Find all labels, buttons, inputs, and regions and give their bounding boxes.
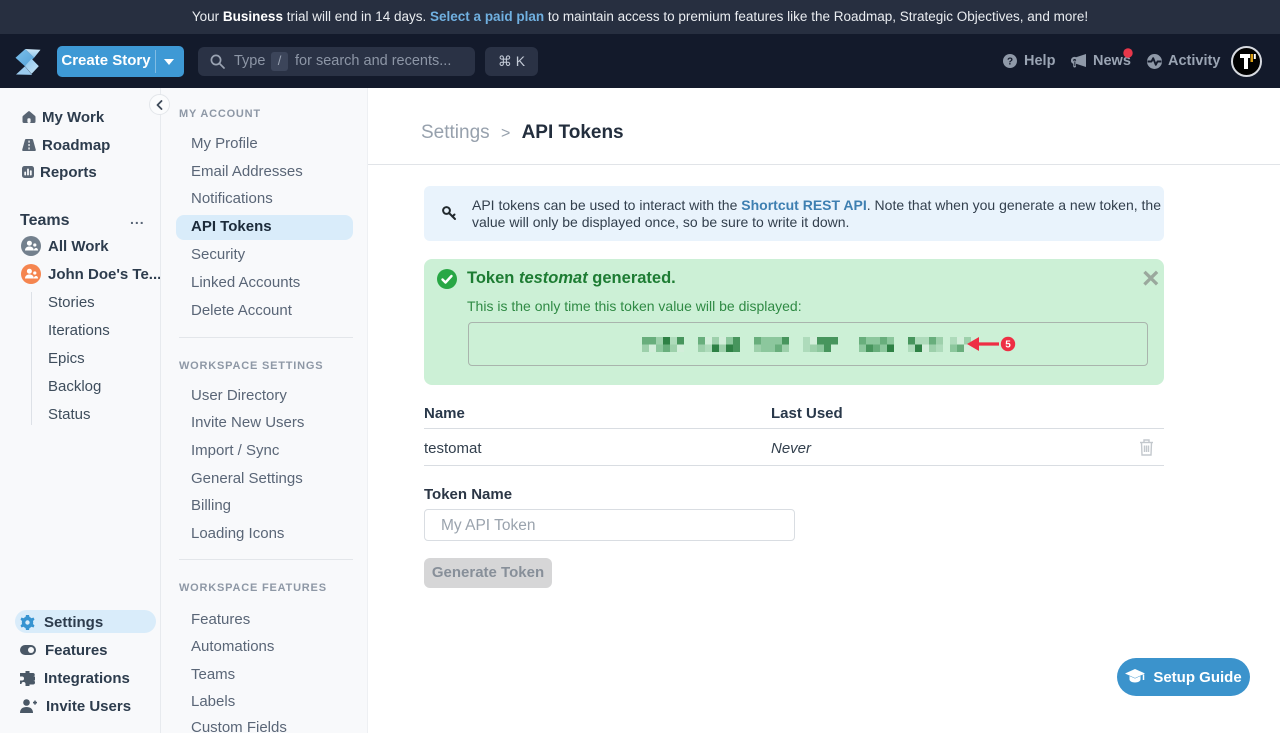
svg-text:?: ? (1007, 57, 1013, 68)
svg-text:5: 5 (1005, 340, 1011, 351)
